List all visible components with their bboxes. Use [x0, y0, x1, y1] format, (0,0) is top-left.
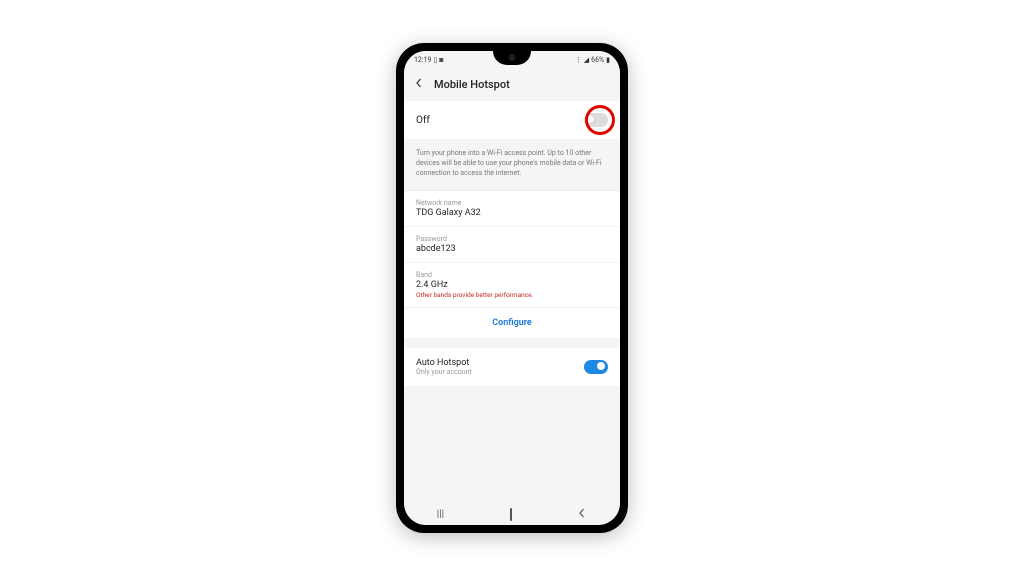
field-label: Network name — [416, 199, 608, 207]
signal-icon: ◢ — [584, 56, 589, 64]
password-field[interactable]: Password abcde123 — [404, 227, 620, 263]
hotspot-description: Turn your phone into a Wi-Fi access poin… — [404, 139, 620, 190]
auto-hotspot-toggle[interactable] — [584, 360, 608, 374]
recents-button[interactable]: ||| — [437, 509, 444, 520]
network-name-field[interactable]: Network name TDG Galaxy A32 — [404, 191, 620, 227]
wifi-icon: ⋮ — [575, 56, 582, 64]
phone-frame: 12:19 ▯ ◙ ⋮ ◢ 66% ▮ Mobile Hotspot Off — [396, 43, 628, 533]
band-field[interactable]: Band 2.4 GHz Other bands provide better … — [404, 263, 620, 308]
auto-hotspot-title: Auto Hotspot — [416, 358, 472, 368]
front-camera — [509, 54, 516, 61]
field-value: TDG Galaxy A32 — [416, 208, 608, 218]
field-label: Band — [416, 271, 608, 279]
status-time: 12:19 — [414, 56, 431, 64]
auto-hotspot-row[interactable]: Auto Hotspot Only your account — [404, 348, 620, 386]
band-hint: Other bands provide better performance. — [416, 291, 608, 299]
page-title: Mobile Hotspot — [434, 78, 510, 91]
field-value: 2.4 GHz — [416, 280, 608, 290]
hotspot-info: Network name TDG Galaxy A32 Password abc… — [404, 190, 620, 338]
status-icon: ▯ — [433, 56, 437, 64]
navigation-bar: ||| — [404, 503, 620, 525]
screen: 12:19 ▯ ◙ ⋮ ◢ 66% ▮ Mobile Hotspot Off — [404, 51, 620, 525]
back-nav-button[interactable] — [577, 508, 587, 521]
auto-hotspot-subtitle: Only your account — [416, 368, 472, 376]
back-button[interactable] — [414, 77, 424, 91]
battery-icon: ▮ — [606, 56, 610, 64]
page-header: Mobile Hotspot — [404, 69, 620, 101]
toggle-knob — [596, 361, 606, 371]
hotspot-toggle-row[interactable]: Off — [404, 101, 620, 139]
toggle-knob — [585, 114, 595, 124]
spacer — [404, 338, 620, 348]
configure-button[interactable]: Configure — [404, 308, 620, 338]
hotspot-toggle-switch[interactable] — [584, 113, 608, 127]
hotspot-toggle-label: Off — [416, 115, 430, 126]
field-label: Password — [416, 235, 608, 243]
battery-text: 66% — [591, 56, 604, 64]
status-icon: ◙ — [439, 56, 443, 64]
field-value: abcde123 — [416, 244, 608, 254]
home-button[interactable] — [510, 509, 512, 520]
